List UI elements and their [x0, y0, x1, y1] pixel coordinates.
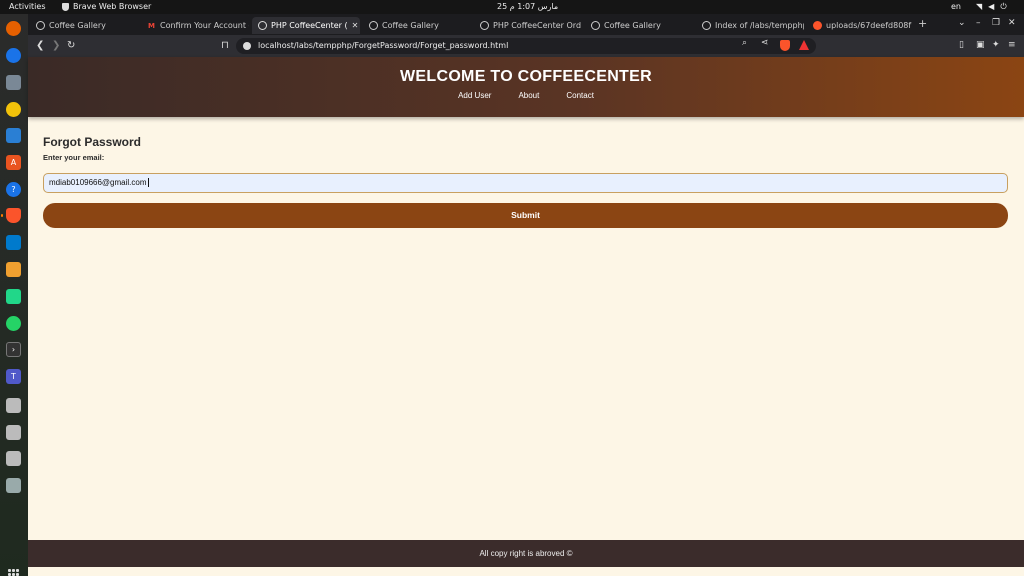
app-name: Brave Web Browser: [73, 2, 152, 11]
activities-button[interactable]: Activities: [9, 2, 46, 11]
tab[interactable]: Coffee Gallery: [30, 17, 138, 34]
terminal-icon[interactable]: ›: [6, 342, 21, 357]
tab-search-icon[interactable]: ⌄: [958, 18, 966, 28]
writer-icon[interactable]: [6, 128, 21, 143]
close-tab-icon[interactable]: ✕: [352, 21, 359, 30]
help-icon[interactable]: ?: [6, 182, 21, 197]
sidebar-icon[interactable]: ▯: [959, 40, 964, 50]
document-icon-2[interactable]: [6, 425, 21, 440]
site-header: WELCOME TO COFFEECENTER Add User About C…: [28, 57, 1024, 117]
tab-active[interactable]: PHP CoffeeCenter ( ✕: [252, 17, 360, 34]
tab-strip: Coffee Gallery M Confirm Your Account - …: [28, 14, 1024, 35]
url-bar[interactable]: localhost/labs/tempphp/ForgetPassword/Fo…: [236, 38, 816, 54]
maximize-icon[interactable]: ❐: [992, 18, 1000, 28]
site-title: WELCOME TO COFFEECENTER: [400, 68, 652, 85]
tab-label: Confirm Your Account -: [160, 21, 249, 30]
site-nav: Add User About Contact: [28, 91, 1024, 100]
tab-label: Coffee Gallery: [49, 21, 106, 30]
bookmark-icon[interactable]: ⊓: [221, 40, 229, 51]
document-icon-1[interactable]: [6, 398, 21, 413]
tab-label: PHP CoffeeCenter (: [271, 21, 348, 30]
nav-about-link[interactable]: About: [518, 91, 539, 100]
teams-icon[interactable]: T: [6, 369, 21, 384]
wallet-icon[interactable]: ▣: [976, 40, 985, 50]
tab[interactable]: PHP CoffeeCenter Ord: [474, 17, 582, 34]
firefox-icon[interactable]: [6, 21, 21, 36]
tab[interactable]: Index of /labs/tempphp: [696, 17, 804, 34]
globe-icon: [702, 21, 711, 30]
vscode-icon[interactable]: [6, 235, 21, 250]
url-text: localhost/labs/tempphp/ForgetPassword/Fo…: [258, 41, 509, 50]
rhythmbox-icon[interactable]: [6, 102, 21, 117]
wifi-icon: ◥: [976, 2, 983, 11]
trash-icon[interactable]: [6, 478, 21, 493]
app-center-icon[interactable]: A: [6, 155, 21, 170]
brave-icon[interactable]: [6, 208, 21, 223]
tab-label: Coffee Gallery: [382, 21, 439, 30]
tab-label: uploads/67deefd808f: [826, 21, 912, 30]
email-input[interactable]: mdiab0109666@gmail.com: [43, 173, 1008, 193]
tab[interactable]: Coffee Gallery: [585, 17, 693, 34]
tab[interactable]: uploads/67deefd808f: [807, 17, 915, 34]
system-top-bar: Activities Brave Web Browser 25 مارس 1:0…: [0, 0, 1024, 14]
brave-icon: [62, 2, 69, 11]
site-info-icon[interactable]: [243, 42, 251, 50]
brave-active-indicator: [1, 214, 3, 217]
volume-icon: ◀: [988, 2, 995, 11]
show-apps-icon[interactable]: [8, 569, 19, 576]
forward-icon[interactable]: ❯: [52, 40, 60, 51]
dock: A ? › T: [0, 14, 28, 576]
browser-toolbar: ❮ ❯ ↻ ⊓ localhost/labs/tempphp/ForgetPas…: [28, 35, 1024, 57]
brave-shields-icon[interactable]: [780, 40, 790, 51]
brave-rewards-icon[interactable]: [799, 40, 809, 50]
reload-icon[interactable]: ↻: [67, 40, 75, 51]
share-icon[interactable]: ⋖: [761, 38, 769, 48]
new-tab-button[interactable]: +: [918, 17, 927, 30]
back-icon[interactable]: ❮: [36, 40, 44, 51]
globe-icon: [591, 21, 600, 30]
globe-icon: [369, 21, 378, 30]
tab-label: Index of /labs/tempphp: [715, 21, 804, 30]
globe-icon: [36, 21, 45, 30]
language-indicator[interactable]: en: [951, 2, 961, 11]
close-window-icon[interactable]: ✕: [1008, 18, 1016, 28]
tab-label: PHP CoffeeCenter Ord: [493, 21, 582, 30]
nav-contact-link[interactable]: Contact: [566, 91, 594, 100]
email-input-value: mdiab0109666@gmail.com: [49, 178, 147, 187]
form-heading: Forgot Password: [43, 135, 142, 149]
brave-icon: [813, 21, 822, 30]
zoom-icon[interactable]: ⌕: [742, 38, 747, 48]
minimize-icon[interactable]: –: [976, 18, 981, 28]
globe-icon: [480, 21, 489, 30]
thunderbird-icon[interactable]: [6, 48, 21, 63]
menu-icon[interactable]: ≡: [1008, 40, 1016, 50]
tab[interactable]: M Confirm Your Account -: [141, 17, 249, 34]
files-icon[interactable]: [6, 75, 21, 90]
clock[interactable]: 25 مارس 1:07 م: [497, 2, 558, 11]
app-menu[interactable]: Brave Web Browser: [62, 2, 151, 11]
whatsapp-icon[interactable]: [6, 316, 21, 331]
site-footer: All copy right is abroved ©: [28, 540, 1024, 567]
globe-icon: [258, 21, 267, 30]
text-caret: [147, 178, 149, 188]
tab[interactable]: Coffee Gallery: [363, 17, 471, 34]
power-icon: ⏻: [1000, 2, 1007, 11]
gmail-icon: M: [148, 21, 155, 30]
leo-icon[interactable]: ✦: [992, 40, 1000, 50]
hexagon-app-icon[interactable]: [6, 262, 21, 277]
tab-label: Coffee Gallery: [604, 21, 661, 30]
system-tray[interactable]: ◥ ◀ ⏻: [976, 2, 1007, 12]
submit-button[interactable]: Submit: [43, 203, 1008, 228]
pycharm-icon[interactable]: [6, 289, 21, 304]
nav-add-user-link[interactable]: Add User: [458, 91, 491, 100]
email-label: Enter your email:: [43, 153, 105, 162]
web-page: WELCOME TO COFFEECENTER Add User About C…: [28, 57, 1024, 576]
document-icon-3[interactable]: [6, 451, 21, 466]
